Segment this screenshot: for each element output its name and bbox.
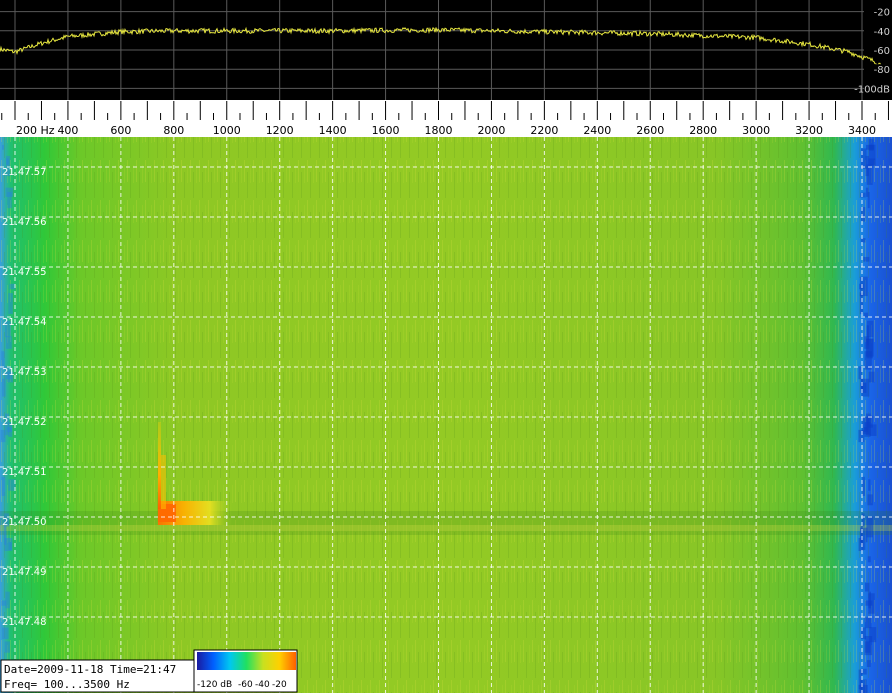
waterfall-fringe-right: [858, 429, 865, 443]
waterfall: 21.47.57 21.47.56 21.47.55 21.47.54 21.47.53…: [0, 137, 892, 693]
waterfall-time-label: 21.47.50: [2, 517, 47, 528]
waterfall-fringe-left: [4, 641, 11, 653]
frequency-tick-label: 3000: [742, 124, 770, 137]
waterfall-time-label: 21.47.53: [2, 367, 47, 378]
frequency-tick-label: 2600: [636, 124, 664, 137]
spectrum-y-tick-label: -80: [874, 65, 890, 76]
info-frequency: Freq= 100...3500 Hz: [4, 678, 130, 691]
waterfall-fringe-left: [5, 591, 10, 609]
waterfall-time-label: 21.47.57: [2, 167, 47, 178]
frequency-tick-label: 2400: [583, 124, 611, 137]
frequency-tick-label: 200 Hz: [16, 124, 55, 137]
colorbar-scale: [197, 652, 296, 670]
spectrum-y-tick-label: -100dB: [854, 84, 890, 95]
waterfall-time-label: 21.47.52: [2, 417, 47, 428]
info-date: Date=2009-11-18 Time=21:47: [4, 663, 176, 676]
frequency-tick-label: 1400: [319, 124, 347, 137]
waterfall-fringe-right: [868, 371, 875, 383]
waterfall-fringe-left: [9, 283, 16, 290]
waterfall-fringe-right: [867, 556, 871, 563]
frequency-tick-label: 800: [163, 124, 184, 137]
waterfall-fringe-right: [868, 138, 874, 151]
spectrum-y-tick-label: -40: [874, 27, 890, 38]
colorbar-label: -40: [255, 680, 270, 690]
waterfall-time-label: 21.47.49: [2, 567, 47, 578]
spectrum-y-tick-label: -20: [874, 8, 890, 19]
waterfall-fringe-left: [2, 144, 5, 150]
frequency-tick-label: 400: [57, 124, 78, 137]
frequency-tick-label: 1600: [372, 124, 400, 137]
waterfall-fringe-left: [5, 336, 12, 349]
waterfall-fringe-left: [2, 627, 9, 640]
spectrogram-chart: -20-40-60-80-100dB 200 Hz 400 600 800 1000 12…: [0, 0, 892, 693]
frequency-tick-label: 3200: [795, 124, 823, 137]
waterfall-fringe-left: [0, 429, 6, 443]
waterfall-time-label: 21.47.54: [2, 317, 47, 328]
frequency-tick-label: 2800: [689, 124, 717, 137]
spectrogram-display: -20 -40 -60 -80 -100dB 200 Hz 400 600 800 1000 12…: [0, 0, 892, 693]
waterfall-fringe-right: [858, 537, 864, 551]
waterfall-fringe-left: [1, 600, 7, 606]
waterfall-fringe-right: [866, 660, 871, 667]
waterfall-fringe-left: [6, 158, 9, 165]
frequency-tick-label: 1200: [266, 124, 294, 137]
waterfall-fringe-right: [860, 238, 866, 243]
waterfall-fringe-left: [1, 476, 6, 496]
frequency-tick-label: 600: [110, 124, 131, 137]
waterfall-fringe-right: [859, 293, 864, 315]
waterfall-fringe-right: [860, 192, 866, 198]
colorbar-label: -20: [272, 680, 287, 690]
waterfall-fringe-right: [859, 276, 868, 297]
waterfall-fringe-left: [7, 192, 12, 209]
frequency-tick-label: 3400: [848, 124, 876, 137]
frequency-tick-label: 1000: [213, 124, 241, 137]
spectrum-y-tick-label: -60: [874, 46, 890, 57]
event-spike-halo: [160, 455, 166, 509]
waterfall-texture: [0, 137, 892, 693]
frequency-tick-label: 1800: [425, 124, 453, 137]
waterfall-fringe-right: [867, 192, 870, 209]
waterfall-fringe-right: [863, 256, 870, 262]
waterfall-dark-band-rect: [0, 511, 892, 535]
waterfall-fringe-right: [864, 617, 872, 629]
waterfall-fringe-right: [866, 516, 873, 538]
waterfall-fringe-left: [4, 537, 13, 551]
waterfall-time-label: 21.47.55: [2, 267, 47, 278]
waterfall-fringe-right: [866, 325, 869, 346]
waterfall-time-label: 21.47.48: [2, 617, 47, 628]
colorbar-label: -120 dB: [197, 680, 232, 690]
waterfall-bright-band-rect: [0, 525, 892, 531]
waterfall-fringe-right: [865, 641, 871, 653]
waterfall-fringe-right: [868, 591, 871, 609]
colorbar-label: -60: [238, 680, 253, 690]
frequency-tick-label: 2000: [477, 124, 505, 137]
waterfall-fringe-right: [862, 476, 865, 496]
waterfall-fringe-left: [8, 479, 16, 491]
waterfall-fringe-right: [861, 378, 870, 397]
frequency-tick-label: 2200: [530, 124, 558, 137]
waterfall-fringe-right: [869, 627, 877, 643]
waterfall-time-label: 21.47.51: [2, 467, 47, 478]
waterfall-fringe-right: [858, 366, 862, 380]
waterfall-fringe-right: [868, 479, 871, 491]
colorbar-labels: -120 dB -60 -40 -20: [197, 680, 287, 690]
waterfall-time-label: 21.47.56: [2, 217, 47, 228]
waterfall-fringe-right: [867, 494, 873, 506]
info-box: Date=2009-11-18 Time=21:47 Freq= 100...3…: [0, 659, 195, 693]
waterfall-fringe-left: [2, 378, 6, 397]
waterfall-fringe-right: [860, 679, 867, 693]
colorbar: -120 dB -60 -40 -20: [193, 649, 298, 693]
event-spike: [157, 422, 161, 509]
waterfall-fringe-right: [864, 582, 870, 592]
waterfall-fringe-left: [8, 293, 13, 315]
